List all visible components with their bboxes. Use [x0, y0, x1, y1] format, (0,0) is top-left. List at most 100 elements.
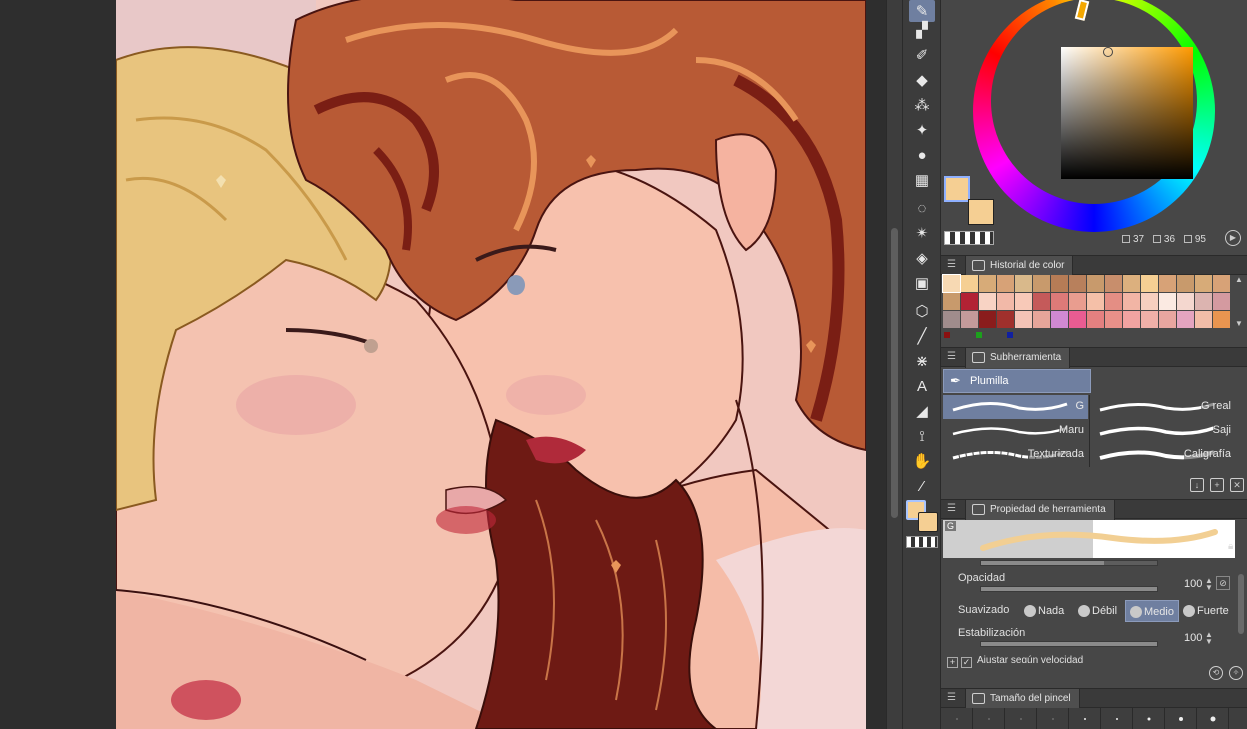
lasso-icon[interactable]: ◌ [909, 197, 935, 219]
eraser-icon[interactable]: ◆ [909, 69, 935, 91]
color-swatch[interactable] [1177, 293, 1194, 310]
brush-size-preset[interactable] [1133, 708, 1165, 729]
color-swatch[interactable] [1159, 275, 1176, 292]
history-scrollbar[interactable]: ▲ ▼ [1235, 275, 1245, 331]
expand-toggle[interactable]: + [947, 657, 958, 668]
tab-tool-property[interactable]: Propiedad de herramienta [965, 500, 1115, 520]
color-swatch[interactable] [1177, 311, 1194, 328]
color-swatch[interactable] [943, 293, 960, 310]
color-swatch[interactable] [961, 311, 978, 328]
color-swatch[interactable] [1123, 293, 1140, 310]
color-swatch[interactable] [1033, 275, 1050, 292]
mini-color-swatch[interactable] [976, 332, 982, 338]
grip-icon[interactable]: ☰ [947, 260, 956, 270]
trash-icon[interactable]: ✕ [1230, 478, 1244, 492]
color-swatch[interactable] [961, 275, 978, 292]
mini-color-swatch[interactable] [1007, 332, 1013, 338]
color-swatch[interactable] [1105, 275, 1122, 292]
toolbar-sub-color[interactable] [918, 512, 938, 532]
color-swatch[interactable] [1069, 311, 1086, 328]
sv-marker[interactable] [1103, 47, 1113, 57]
blend-icon[interactable]: ● [909, 144, 935, 166]
hand-icon[interactable]: ✋ [909, 450, 935, 472]
gradient-icon[interactable]: ▣ [909, 272, 935, 294]
color-swatch[interactable] [1087, 293, 1104, 310]
color-swatch[interactable] [1069, 293, 1086, 310]
color-swatch[interactable] [1213, 275, 1230, 292]
color-swatch[interactable] [1033, 311, 1050, 328]
marker-icon[interactable]: ▞ [909, 19, 935, 41]
color-swatch[interactable] [1051, 311, 1068, 328]
import-icon[interactable]: ↓ [1190, 478, 1204, 492]
stabilization-spinner[interactable]: ▲ ▼ [1205, 631, 1213, 646]
color-swatch[interactable] [1141, 275, 1158, 292]
color-swatch[interactable] [942, 274, 961, 293]
opacity-spinner[interactable]: ▲ ▼ [1205, 577, 1213, 592]
color-swatch[interactable] [1159, 311, 1176, 328]
tool-property-scrollbar[interactable] [1237, 562, 1245, 662]
color-swatch[interactable] [1123, 275, 1140, 292]
grid-icon[interactable]: ▦ [909, 169, 935, 191]
subtool-scrollbar[interactable] [1236, 395, 1246, 475]
color-swatch[interactable] [1105, 311, 1122, 328]
smoothing-option[interactable]: Medio [1125, 600, 1179, 622]
airbrush-icon[interactable]: ⁂ [909, 94, 935, 116]
pattern-icon[interactable]: ⋇ [909, 350, 935, 372]
smoothing-option[interactable]: Nada [1020, 600, 1068, 622]
grip-icon[interactable]: ☰ [947, 504, 956, 514]
color-swatch[interactable] [1069, 275, 1086, 292]
smoothing-option[interactable]: Fuerte [1179, 600, 1233, 622]
color-swatch[interactable] [1141, 311, 1158, 328]
brush-size-preset[interactable] [973, 708, 1005, 729]
color-mode-toggle-icon[interactable]: ▶ [1225, 230, 1241, 246]
opacity-slider[interactable] [980, 586, 1158, 592]
color-swatch[interactable] [961, 293, 978, 310]
sub-color-swatch[interactable] [968, 199, 994, 225]
brush-size-preset[interactable] [1101, 708, 1133, 729]
magic-wand-icon[interactable]: ✴ [909, 222, 935, 244]
smoothing-option[interactable]: Débil [1074, 600, 1121, 622]
tab-color-history[interactable]: Historial de color [965, 256, 1074, 276]
sparkle-icon[interactable]: ✦ [909, 119, 935, 141]
color-swatch[interactable] [1033, 293, 1050, 310]
brush-size-preset[interactable] [1005, 708, 1037, 729]
brush-size-preset[interactable] [941, 708, 973, 729]
balloon-icon[interactable]: ◢ [909, 400, 935, 422]
color-swatch[interactable] [997, 275, 1014, 292]
drawing-canvas[interactable] [116, 0, 866, 729]
color-swatch[interactable] [1213, 293, 1230, 310]
speed-checkbox[interactable]: ✓ [961, 657, 972, 668]
duplicate-icon[interactable]: + [1210, 478, 1224, 492]
canvas-vertical-scrollbar[interactable] [886, 0, 902, 729]
color-swatch[interactable] [1015, 293, 1032, 310]
color-swatch[interactable] [1105, 293, 1122, 310]
3d-object-icon[interactable]: ⬡ [909, 300, 935, 322]
brush-item-saji[interactable]: Saji [1090, 419, 1235, 443]
color-swatch[interactable] [1195, 311, 1212, 328]
ruler-icon[interactable]: ⟟ [909, 425, 935, 447]
fill-icon[interactable]: ◈ [909, 247, 935, 269]
toolbar-transparent-color[interactable] [906, 536, 938, 548]
line-icon[interactable]: ╱ [909, 325, 935, 347]
color-swatch[interactable] [1051, 275, 1068, 292]
reset-icon[interactable]: ⟲ [1209, 666, 1223, 680]
color-swatch[interactable] [1015, 275, 1032, 292]
stabilization-slider[interactable] [980, 641, 1158, 647]
transparent-color-swatch[interactable] [944, 231, 994, 245]
saturation-value-square[interactable] [1061, 47, 1193, 179]
color-swatch[interactable] [1141, 293, 1158, 310]
grip-icon[interactable]: ☰ [947, 693, 956, 703]
opacity-value[interactable]: 100 [1184, 578, 1202, 590]
brush-item-g[interactable]: G [943, 395, 1088, 419]
pressure-icon[interactable]: ⊘ [1216, 576, 1230, 590]
tab-brush-size[interactable]: Tamaño del pincel [965, 689, 1080, 709]
brush-icon[interactable]: ✐ [909, 44, 935, 66]
color-swatch[interactable] [979, 275, 996, 292]
grip-icon[interactable]: ☰ [947, 352, 956, 362]
text-icon[interactable]: A [909, 375, 935, 397]
color-swatch[interactable] [979, 311, 996, 328]
color-swatch[interactable] [1213, 311, 1230, 328]
lock-icon[interactable]: 🔒︎ [1228, 541, 1233, 552]
color-swatch[interactable] [997, 293, 1014, 310]
color-swatch[interactable] [1195, 275, 1212, 292]
